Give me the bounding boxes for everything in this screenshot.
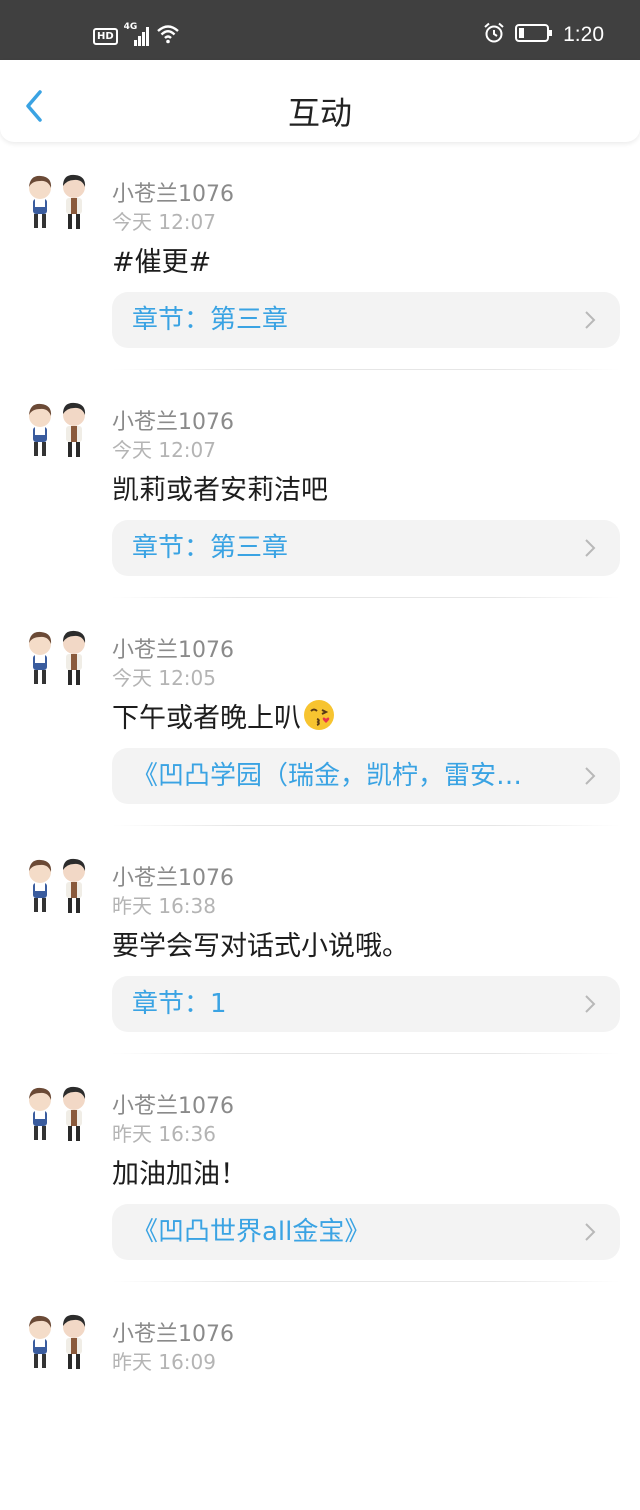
interaction-feed: 小苍兰1076 今天 12:07 #催更# 章节：第三章 小苍兰1076 今天 … [0,142,640,1510]
chapter-link-card[interactable]: 章节：1 [112,976,620,1032]
novel-link-card[interactable]: 《凹凸学园（瑞金，凯柠，雷安… [112,748,620,804]
novel-link-card[interactable]: 《凹凸世界all金宝》 [112,1204,620,1260]
timestamp: 昨天 16:38 [112,894,216,918]
username[interactable]: 小苍兰1076 [112,176,234,208]
list-item: 小苍兰1076 今天 12:05 下午或者晚上叭 《凹凸学园（瑞金，凯柠，雷安… [0,598,640,826]
chevron-right-icon [585,995,596,1013]
username[interactable]: 小苍兰1076 [112,1088,234,1120]
page-title: 互动 [287,94,352,132]
comment-text: 凯莉或者安莉洁吧 [112,475,328,506]
page-header: 互动 [0,60,640,142]
chapter-link-label: 章节：1 [132,989,227,1019]
avatar[interactable] [22,1314,92,1374]
status-icons-left: HD 4G [93,22,180,48]
chevron-right-icon [585,539,596,557]
list-item: 小苍兰1076 昨天 16:38 要学会写对话式小说哦。 章节：1 [0,826,640,1054]
comment-text: 要学会写对话式小说哦。 [112,931,409,962]
timestamp: 今天 12:07 [112,210,216,234]
comment-text: #催更# [112,247,212,278]
avatar[interactable] [22,1086,92,1146]
avatar[interactable] [22,630,92,690]
comment-row: 下午或者晚上叭 [112,696,335,735]
status-icons-right: 1:20 [483,22,604,48]
chapter-link-label: 章节：第三章 [132,533,289,563]
comment-text: 下午或者晚上叭 [112,703,301,734]
chapter-link-label: 章节：第三章 [132,305,289,335]
comment-text: 加油加油！ [112,1159,247,1190]
timestamp: 今天 12:05 [112,666,216,690]
chapter-link-card[interactable]: 章节：第三章 [112,292,620,348]
clock-time: 1:20 [563,23,604,46]
timestamp: 昨天 16:09 [112,1350,216,1374]
list-item: 小苍兰1076 今天 12:07 凯莉或者安莉洁吧 章节：第三章 [0,370,640,598]
avatar[interactable] [22,174,92,234]
chevron-right-icon [585,767,596,785]
kissing-face-emoji-icon [304,700,334,730]
signal-icon: 4G [124,22,150,46]
chevron-right-icon [585,311,596,329]
username[interactable]: 小苍兰1076 [112,860,234,892]
hd-badge: HD [93,27,118,45]
list-item: 小苍兰1076 昨天 16:36 加油加油！ 《凹凸世界all金宝》 [0,1054,640,1282]
avatar[interactable] [22,402,92,462]
timestamp: 昨天 16:36 [112,1122,216,1146]
username[interactable]: 小苍兰1076 [112,404,234,436]
avatar[interactable] [22,858,92,918]
chapter-link-card[interactable]: 章节：第三章 [112,520,620,576]
alarm-icon [483,22,505,48]
chevron-right-icon [585,1223,596,1241]
list-item: 小苍兰1076 昨天 16:09 [0,1282,640,1510]
battery-icon [515,23,553,47]
status-bar: HD 4G 1:20 [0,0,640,60]
username[interactable]: 小苍兰1076 [112,1316,234,1348]
wifi-icon [156,24,180,48]
username[interactable]: 小苍兰1076 [112,632,234,664]
novel-link-label: 《凹凸世界all金宝》 [132,1217,371,1247]
timestamp: 今天 12:07 [112,438,216,462]
list-item: 小苍兰1076 今天 12:07 #催更# 章节：第三章 [0,142,640,370]
novel-link-label: 《凹凸学园（瑞金，凯柠，雷安… [132,761,523,791]
